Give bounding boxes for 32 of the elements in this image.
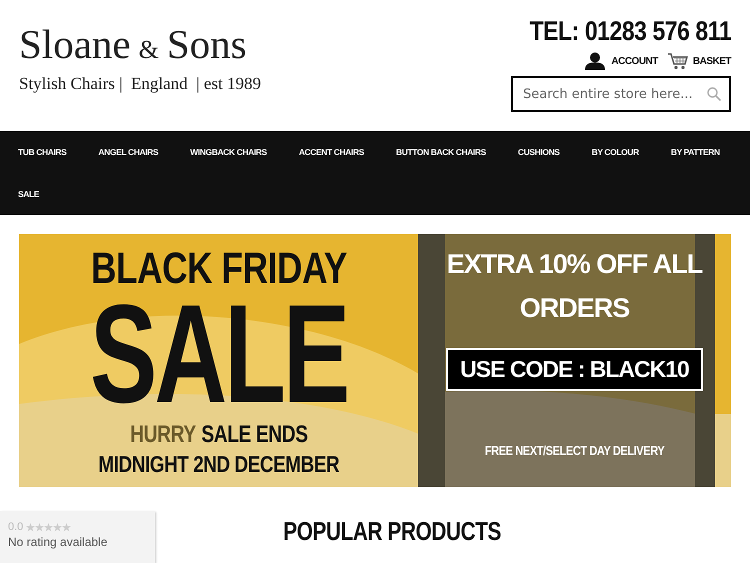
nav-link[interactable]: BY COLOUR [582,131,653,173]
nav-link[interactable]: BUTTON BACK CHAIRS [386,131,500,173]
banner-heading: BLACK FRIDAY [90,244,346,294]
nav-link[interactable]: CUSHIONS [508,131,574,173]
delivery-text: FREE NEXT/SELECT DAY DELIVERY [484,443,664,458]
nav-link[interactable]: TUB CHAIRS [8,131,80,173]
account-link[interactable]: ACCOUNT [584,52,658,70]
nav-link[interactable]: ANGEL CHAIRS [88,131,172,173]
nav-link[interactable]: BY PATTERN [660,131,734,173]
basket-link[interactable]: BASKET [668,52,731,70]
person-icon [584,52,606,70]
hurry-text: HURRY [130,420,196,450]
sale-date-text: MIDNIGHT 2ND DECEMBER [98,450,339,478]
search-icon[interactable] [707,87,721,101]
section-heading: POPULAR PRODUCTS [282,515,502,547]
nav-link[interactable]: SALE [8,173,54,215]
rating-score: 0.0 [8,521,24,533]
ampersand-text: & [138,34,159,66]
cart-icon [668,52,688,70]
logo-text[interactable]: Sloane [19,24,131,64]
promo-code-badge: USE CODE : BLACK10 [446,348,703,391]
sale-heading: SALE [90,294,348,414]
search-box[interactable]: Search entire store here... [511,76,731,112]
nav-link[interactable]: WINGBACK CHAIRS [180,131,281,173]
sale-ends-text: SALE ENDS [200,420,308,450]
logo-tagline: Stylish Chairs | England | est 1989 [19,74,261,94]
offer-text: EXTRA 10% OFF ALL ORDERS [446,248,704,325]
nav-link[interactable]: ACCENT CHAIRS [288,131,378,173]
rating-text: No rating available [8,535,108,549]
logo-text[interactable]: Sons [166,24,247,64]
phone-number: TEL: 01283 576 811 [529,16,731,46]
search-input[interactable]: Search entire store here... [521,86,707,102]
